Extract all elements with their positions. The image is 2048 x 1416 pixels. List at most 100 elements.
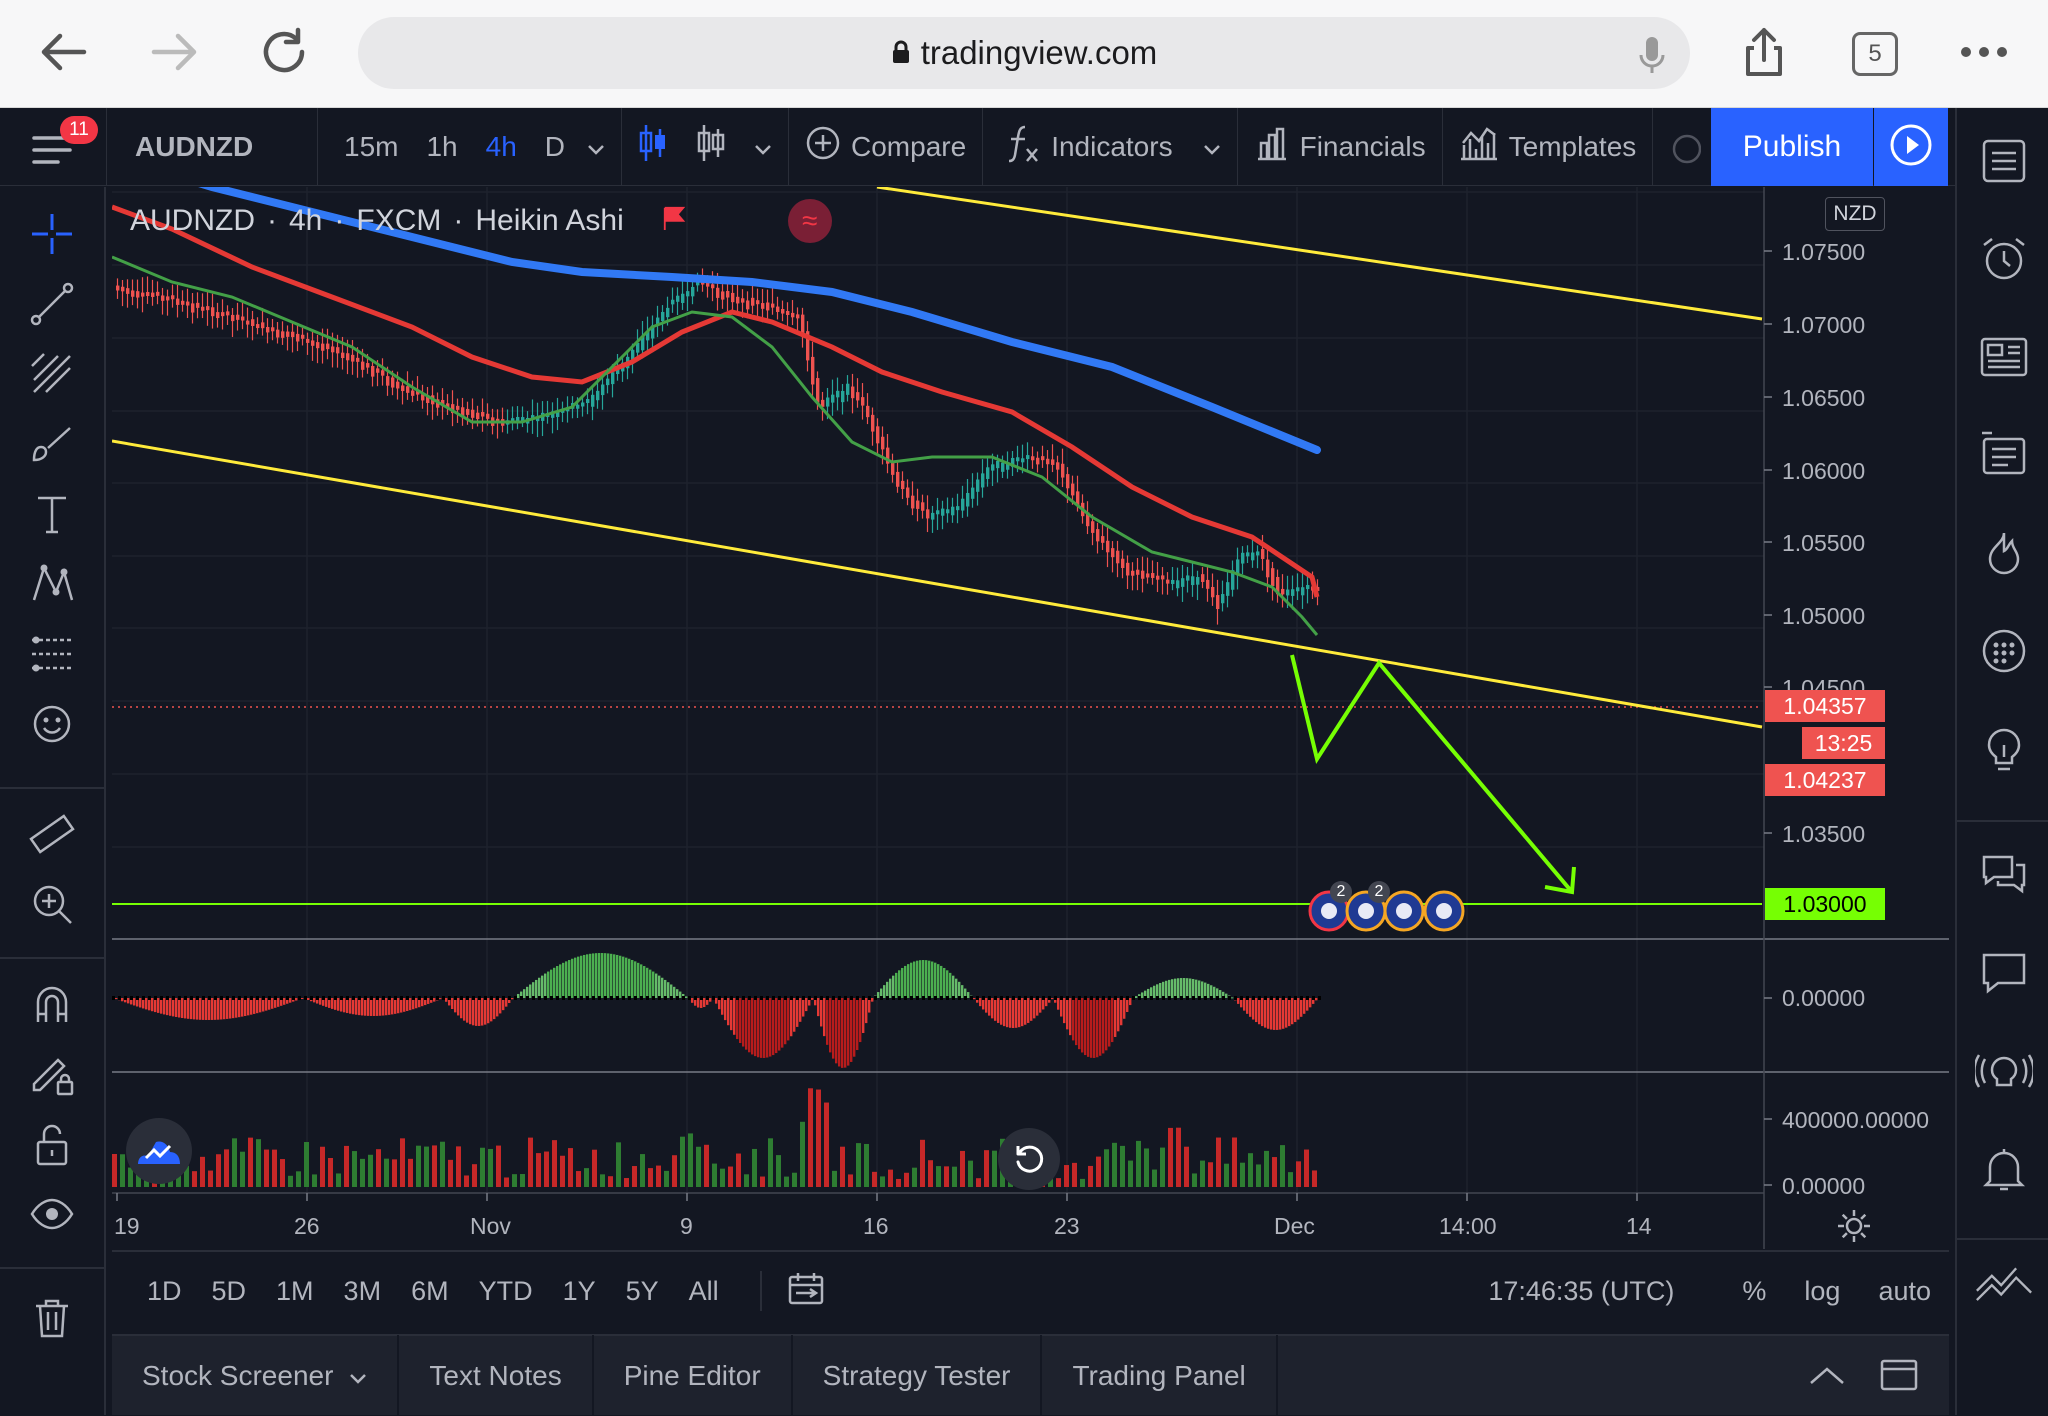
brush-icon[interactable] — [25, 417, 79, 471]
tradingview-logo-icon[interactable] — [126, 1118, 192, 1184]
oscillator-bar — [886, 981, 889, 998]
oscillator-bar — [841, 998, 844, 1068]
chats-icon[interactable] — [1975, 846, 2033, 904]
volume-bar — [536, 1153, 541, 1187]
alarm-clock-icon[interactable] — [1975, 230, 2033, 288]
text-tool-icon[interactable] — [25, 487, 79, 541]
chevron-down-icon[interactable] — [349, 1360, 367, 1392]
order-panel-icon[interactable] — [1975, 1258, 2033, 1316]
range-6m[interactable]: 6M — [396, 1276, 464, 1307]
url-field[interactable]: tradingview.com — [358, 17, 1690, 89]
back-arrow-icon[interactable] — [32, 20, 96, 84]
pitchfork-icon[interactable] — [25, 347, 79, 401]
chart-style-chevron-down-icon[interactable] — [754, 131, 772, 163]
candle-body — [131, 290, 135, 297]
candle-body — [836, 390, 840, 398]
more-icon[interactable] — [1952, 20, 2016, 84]
price-chart-canvas[interactable] — [112, 187, 1949, 1249]
share-icon[interactable] — [1732, 20, 1796, 84]
ideas-stream-icon[interactable] — [1975, 1042, 2033, 1100]
oscillator-bar — [208, 998, 211, 1020]
tab-pine-editor[interactable]: Pine Editor — [594, 1335, 793, 1416]
calendar-icon[interactable] — [1975, 622, 2033, 680]
chart-legend[interactable]: AUDNZD · 4h · FXCM · Heikin Ashi ≈ — [130, 199, 832, 243]
candle-body — [361, 361, 365, 370]
range-1y[interactable]: 1Y — [548, 1276, 611, 1307]
magnet-icon[interactable] — [25, 977, 79, 1031]
percent-scale-toggle[interactable]: % — [1742, 1276, 1766, 1307]
range-ytd[interactable]: YTD — [464, 1276, 548, 1307]
lock-drawing-icon[interactable] — [25, 1047, 79, 1101]
tab-text-notes[interactable]: Text Notes — [399, 1335, 594, 1416]
range-1m[interactable]: 1M — [261, 1276, 329, 1307]
utc-clock[interactable]: 17:46:35 (UTC) — [1488, 1276, 1674, 1307]
candle-body — [476, 412, 480, 420]
interval-15m[interactable]: 15m — [332, 131, 410, 163]
currency-badge[interactable]: NZD — [1825, 197, 1885, 231]
trend-line-icon[interactable] — [25, 277, 79, 331]
news-icon[interactable] — [1975, 328, 2033, 386]
crosshair-icon[interactable] — [25, 207, 79, 261]
templates-button[interactable]: Templates — [1443, 108, 1653, 186]
ideas-lightbulb-icon[interactable] — [1975, 720, 2033, 778]
publish-button[interactable]: Publish — [1711, 108, 1873, 186]
zoom-in-icon[interactable] — [25, 877, 79, 931]
flag-icon[interactable] — [662, 204, 686, 238]
pattern-icon[interactable] — [25, 557, 79, 611]
tab-trading-panel[interactable]: Trading Panel — [1042, 1335, 1278, 1416]
volume-bar — [608, 1176, 613, 1187]
alert-clock-partial-icon[interactable] — [1653, 108, 1717, 186]
range-5d[interactable]: 5D — [197, 1276, 262, 1307]
forward-arrow-icon[interactable] — [142, 20, 206, 84]
unlock-icon[interactable] — [25, 1117, 79, 1171]
financials-button[interactable]: Financials — [1238, 108, 1442, 186]
eye-icon[interactable] — [25, 1187, 79, 1241]
emoji-icon[interactable] — [25, 697, 79, 751]
range-all[interactable]: All — [674, 1276, 734, 1307]
data-window-icon[interactable] — [1975, 426, 2033, 484]
candle-body — [1036, 457, 1040, 465]
maximize-panel-icon[interactable] — [1879, 1358, 1919, 1399]
watchlist-icon[interactable] — [1975, 132, 2033, 190]
candle-body — [326, 343, 330, 350]
oscillator-bar — [244, 998, 247, 1017]
tab-strategy-tester[interactable]: Strategy Tester — [793, 1335, 1043, 1416]
reload-icon[interactable] — [252, 20, 316, 84]
volume-bar — [1104, 1149, 1109, 1187]
log-scale-toggle[interactable]: log — [1804, 1276, 1840, 1307]
compare-button[interactable]: Compare — [789, 108, 982, 186]
volume-bar — [888, 1169, 893, 1187]
oscillator-bar — [523, 989, 526, 998]
candle-body — [861, 397, 865, 406]
chart-settings-gear-icon[interactable] — [1836, 1208, 1872, 1244]
interval-1h[interactable]: 1h — [414, 131, 469, 163]
range-5y[interactable]: 5Y — [611, 1276, 674, 1307]
indicators-button[interactable]: Indicators — [983, 108, 1236, 186]
interval-d[interactable]: D — [533, 131, 577, 163]
tabs-button[interactable]: 5 — [1852, 32, 1898, 76]
auto-scale-toggle[interactable]: auto — [1878, 1276, 1931, 1307]
goto-date-calendar-icon[interactable] — [788, 1271, 824, 1312]
trash-icon[interactable] — [25, 1291, 79, 1345]
chevron-up-icon[interactable] — [1807, 1362, 1847, 1394]
study-wave-icon[interactable]: ≈ — [787, 199, 832, 243]
notifications-bell-icon[interactable] — [1975, 1140, 2033, 1198]
tab-stock-screener[interactable]: Stock Screener — [112, 1335, 400, 1416]
chat-bubble-icon[interactable] — [1975, 944, 2033, 1002]
chart-pane[interactable]: AUDNZD · 4h · FXCM · Heikin Ashi ≈ NZD 1… — [112, 187, 1949, 1249]
indicators-chevron-down-icon[interactable] — [1183, 131, 1221, 163]
undo-reset-icon[interactable] — [998, 1128, 1060, 1190]
ruler-icon[interactable] — [25, 807, 79, 861]
interval-chevron-down-icon[interactable] — [581, 131, 605, 163]
hotlist-fire-icon[interactable] — [1975, 524, 2033, 582]
microphone-icon[interactable] — [1638, 35, 1666, 83]
prediction-tool-icon[interactable] — [25, 627, 79, 681]
replay-button[interactable] — [1874, 108, 1948, 186]
candles-icon[interactable] — [638, 123, 668, 170]
interval-4h[interactable]: 4h — [474, 131, 529, 163]
range-3m[interactable]: 3M — [329, 1276, 397, 1307]
oscillator-bar — [871, 998, 874, 1002]
bars-style-icon[interactable] — [696, 123, 726, 170]
range-1d[interactable]: 1D — [132, 1276, 197, 1307]
symbol-search[interactable]: AUDNZD — [107, 108, 317, 186]
